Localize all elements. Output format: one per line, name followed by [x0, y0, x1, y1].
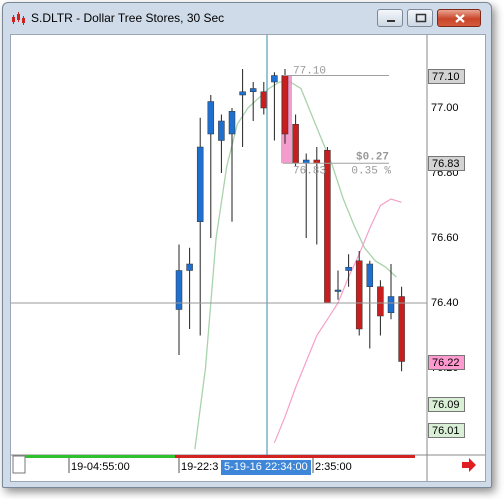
- time-label: 2:35:00: [315, 461, 352, 473]
- price-marker-76-83: 76.83: [428, 156, 465, 172]
- price-marker-76-01: 76.01: [428, 423, 465, 438]
- maximize-icon: [415, 13, 427, 23]
- measure-change: $0.27: [356, 151, 389, 163]
- candle-body: [345, 267, 352, 271]
- slow-moving-average-line: [273, 198, 402, 444]
- close-icon: [455, 14, 465, 23]
- crosshair-time-label: 5-19-16 22:34:00: [221, 460, 311, 475]
- candle-body: [377, 286, 384, 317]
- session-bar-green: [25, 455, 175, 458]
- price-tick-label: 76.60: [431, 232, 459, 244]
- chart-window: S.DLTR - Dollar Tree Stores, 30 Sec 77.1…: [2, 2, 492, 488]
- measure-change-percent: 0.35 %: [351, 165, 391, 177]
- maximize-button[interactable]: [407, 9, 433, 27]
- price-marker-76-22: 76.22: [428, 354, 465, 370]
- candle-body: [292, 124, 299, 164]
- candle-body: [398, 296, 405, 362]
- candle-body: [186, 263, 193, 271]
- scroll-right-arrow-icon[interactable]: [460, 457, 478, 473]
- candlestick-chart[interactable]: 77.10 76.83 $0.27 0.35 % 19-04:55:00 19-22:3…: [11, 35, 485, 481]
- price-marker-77-10: 77.10: [428, 68, 465, 84]
- candle-body: [207, 101, 215, 135]
- candle-body: [249, 88, 257, 92]
- chart-area[interactable]: 77.10 76.83 $0.27 0.35 % 19-04:55:00 19-22:3…: [10, 34, 486, 482]
- candle-body: [355, 260, 363, 330]
- candle-body: [175, 270, 183, 310]
- measure-top-price: 77.10: [293, 66, 326, 78]
- candle-body: [196, 146, 204, 222]
- minimize-icon: [387, 20, 395, 22]
- window-title: S.DLTR - Dollar Tree Stores, 30 Sec: [31, 11, 225, 25]
- time-label: 19-04:55:00: [71, 461, 130, 473]
- session-bar-red: [175, 455, 415, 458]
- price-marker-76-09: 76.09: [428, 397, 465, 412]
- candle-body: [387, 296, 395, 313]
- candle-body: [260, 91, 268, 109]
- candle-body: [271, 75, 278, 83]
- app-chart-icon: [12, 12, 25, 25]
- time-axis-scroll-box: [12, 455, 26, 474]
- title-bar[interactable]: S.DLTR - Dollar Tree Stores, 30 Sec: [3, 3, 491, 33]
- minimize-button[interactable]: [377, 9, 403, 27]
- price-tick-label: 76.40: [431, 297, 459, 309]
- measure-bottom-price: 76.83: [293, 165, 326, 177]
- candle-body: [334, 289, 342, 292]
- time-label: 19-22:3: [181, 461, 218, 473]
- candle-body: [218, 120, 225, 141]
- candle-body: [228, 111, 236, 135]
- candle-body: [281, 75, 289, 135]
- close-button[interactable]: [437, 9, 481, 27]
- candle-body: [366, 263, 374, 287]
- price-tick-label: 77.00: [431, 102, 459, 114]
- candle-body: [239, 91, 246, 96]
